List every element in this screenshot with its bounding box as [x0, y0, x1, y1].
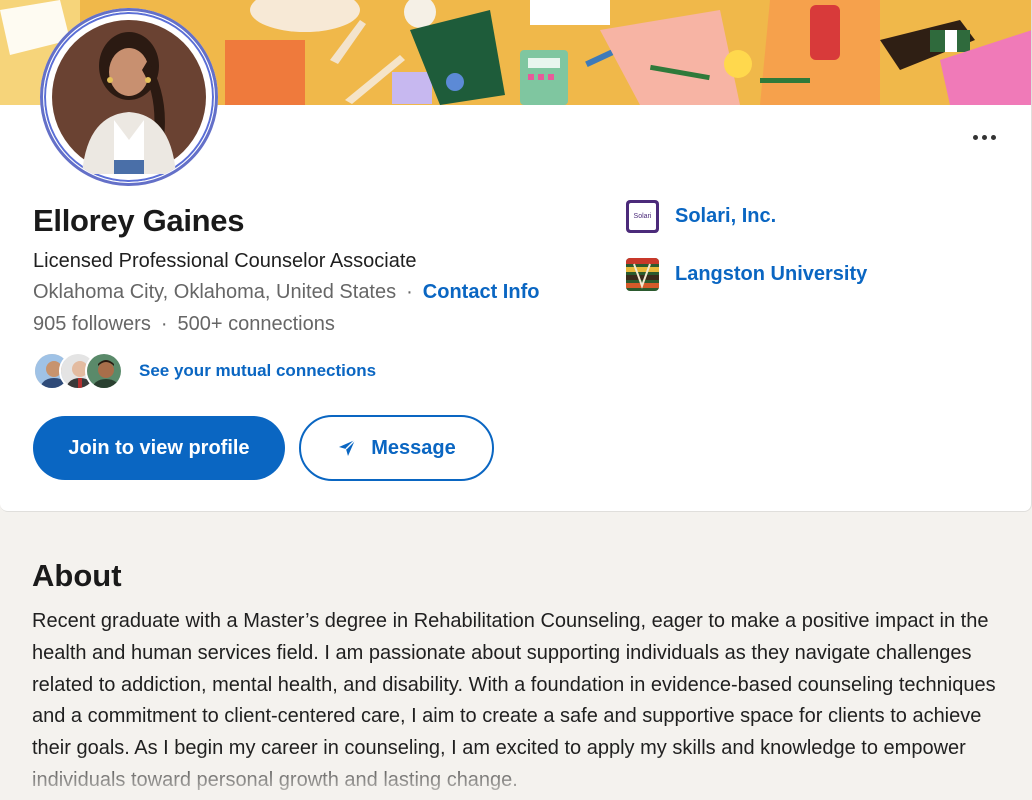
profile-location: Oklahoma City, Oklahoma, United States: [33, 281, 397, 303]
separator-dot: ·: [406, 281, 413, 303]
separator-dot: ·: [160, 313, 168, 335]
avatar: [85, 352, 123, 390]
followers-count: 905 followers: [33, 313, 151, 335]
contact-info-link[interactable]: Contact Info: [423, 281, 540, 304]
school-name: Langston University: [675, 263, 868, 285]
profile-name: Ellorey Gaines: [33, 203, 245, 238]
langston-logo: [626, 258, 659, 291]
more-horizontal-icon: [972, 134, 978, 140]
profile-headline: Licensed Professional Counselor Associat…: [33, 250, 417, 272]
profile-card: Ellorey Gaines Licensed Professional Cou…: [0, 0, 1032, 512]
mutual-avatars: [33, 350, 131, 392]
solari-logo-text: Solari: [633, 213, 652, 220]
stats-row: 905 followers · 500+ connections: [33, 313, 335, 336]
company-name: Solari, Inc.: [675, 205, 777, 227]
education-link[interactable]: Langston University: [626, 258, 867, 291]
connections-count: 500+ connections: [177, 313, 335, 335]
message-button[interactable]: Message: [299, 415, 494, 481]
more-options-button[interactable]: [964, 125, 1004, 149]
about-text: Recent graduate with a Master’s degree i…: [32, 610, 996, 791]
message-button-label: Message: [371, 436, 456, 459]
send-icon: [339, 439, 356, 456]
join-to-view-profile-button[interactable]: Join to view profile: [33, 416, 285, 480]
current-company-link[interactable]: Solari Solari, Inc.: [626, 200, 776, 233]
location-row: Oklahoma City, Oklahoma, United States ·…: [33, 281, 539, 304]
see-mutual-connections-link[interactable]: See your mutual connections: [139, 361, 376, 381]
about-heading: About: [32, 558, 122, 593]
profile-photo: [40, 8, 218, 186]
mutual-connections[interactable]: See your mutual connections: [33, 350, 376, 392]
solari-logo: Solari: [626, 200, 659, 233]
